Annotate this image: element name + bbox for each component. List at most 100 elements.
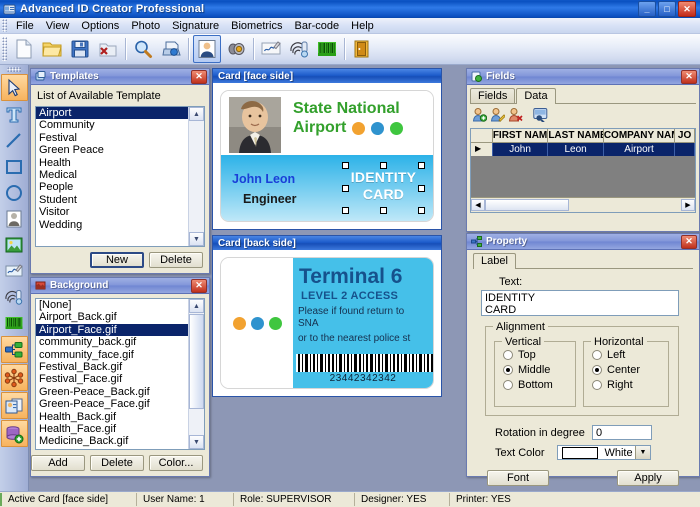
list-item[interactable]: Airport_Back.gif bbox=[36, 311, 189, 323]
camera-icon[interactable] bbox=[223, 36, 249, 62]
column-header-last-name[interactable]: LAST NAME bbox=[548, 129, 604, 143]
delete-background-button[interactable]: Delete bbox=[90, 455, 144, 471]
templates-close-icon[interactable]: ✕ bbox=[191, 70, 207, 84]
text-field-input[interactable]: IDENTITY CARD bbox=[481, 290, 679, 316]
barcode-tool[interactable] bbox=[2, 310, 27, 335]
list-item[interactable]: Visitor bbox=[36, 206, 189, 218]
background-close-icon[interactable]: ✕ bbox=[191, 279, 207, 293]
list-item[interactable]: People bbox=[36, 181, 189, 193]
property-panel-titlebar[interactable]: Property ✕ bbox=[467, 234, 699, 250]
tab-fields[interactable]: Fields bbox=[470, 88, 515, 103]
database-add-tool[interactable] bbox=[1, 420, 28, 447]
text-tool[interactable] bbox=[2, 102, 27, 127]
background-listbox[interactable]: [None] Airport_Back.gif Airport_Face.gif… bbox=[35, 298, 205, 450]
list-item[interactable]: Medicine_Face.gif bbox=[36, 448, 189, 449]
fingerprint-tool[interactable] bbox=[2, 284, 27, 309]
chevron-down-icon[interactable]: ▼ bbox=[635, 446, 650, 459]
add-background-button[interactable]: Add bbox=[31, 455, 85, 471]
cards-tool[interactable] bbox=[1, 392, 28, 419]
tab-label[interactable]: Label bbox=[473, 253, 516, 269]
fields-panel-titlebar[interactable]: Fields ✕ bbox=[467, 69, 699, 85]
scroll-right-icon[interactable]: ▶ bbox=[681, 199, 695, 211]
templates-scrollbar[interactable]: ▲ ▼ bbox=[188, 107, 204, 246]
list-item[interactable]: Festival_Face.gif bbox=[36, 373, 189, 385]
card-face-preview[interactable]: State National Airport John Leon En bbox=[220, 90, 434, 222]
scroll-down-icon[interactable]: ▼ bbox=[189, 435, 204, 449]
background-panel-titlebar[interactable]: Background ✕ bbox=[31, 278, 209, 294]
resize-handle-se[interactable] bbox=[418, 207, 425, 214]
card-back-titlebar[interactable]: Card [back side] bbox=[213, 236, 441, 250]
fingerprint-icon[interactable] bbox=[286, 36, 312, 62]
photo-thumbnail[interactable] bbox=[229, 97, 281, 153]
list-item[interactable]: community_back.gif bbox=[36, 336, 189, 348]
resize-handle-n[interactable] bbox=[380, 162, 387, 169]
menu-item-view[interactable]: View bbox=[40, 19, 76, 33]
list-item[interactable]: Health bbox=[36, 157, 189, 169]
tools-grip-handle[interactable] bbox=[7, 67, 21, 72]
delete-user-icon[interactable] bbox=[508, 107, 523, 125]
cell-last-name[interactable]: Leon bbox=[548, 143, 604, 156]
list-item[interactable]: Festival_Back.gif bbox=[36, 361, 189, 373]
search-icon[interactable] bbox=[130, 36, 156, 62]
list-item[interactable]: Student bbox=[36, 194, 189, 206]
menu-item-barcode[interactable]: Bar-code bbox=[289, 19, 346, 33]
menu-item-help[interactable]: Help bbox=[345, 19, 380, 33]
select-arrow-tool[interactable] bbox=[1, 74, 28, 101]
property-close-icon[interactable]: ✕ bbox=[681, 235, 697, 249]
cell-job[interactable] bbox=[675, 143, 695, 156]
column-header-first-name[interactable]: FIRST NAME bbox=[493, 129, 549, 143]
list-item[interactable]: Festival bbox=[36, 132, 189, 144]
list-item[interactable]: Medical bbox=[36, 169, 189, 181]
fields-close-icon[interactable]: ✕ bbox=[681, 70, 697, 84]
menu-grip-handle[interactable] bbox=[2, 19, 7, 32]
toolbar-grip-handle[interactable] bbox=[2, 37, 7, 61]
radio-horizontal-right[interactable]: Right bbox=[592, 379, 668, 391]
signature-icon[interactable] bbox=[258, 36, 284, 62]
scroll-left-icon[interactable]: ◀ bbox=[471, 199, 485, 211]
menu-item-biometrics[interactable]: Biometrics bbox=[225, 19, 288, 33]
fields-data-grid[interactable]: FIRST NAME LAST NAME COMPANY NAME JO ▶ J… bbox=[470, 128, 696, 213]
new-icon[interactable] bbox=[11, 36, 37, 62]
font-button[interactable]: Font bbox=[487, 470, 549, 486]
new-button[interactable]: New bbox=[90, 252, 144, 268]
barcode-icon[interactable] bbox=[314, 36, 340, 62]
list-item[interactable]: Community bbox=[36, 119, 189, 131]
photo-portrait-icon[interactable] bbox=[193, 35, 221, 63]
cell-first-name[interactable]: John bbox=[493, 143, 549, 156]
add-user-icon[interactable] bbox=[472, 107, 487, 125]
line-tool[interactable] bbox=[2, 128, 27, 153]
card-face-titlebar[interactable]: Card [face side] bbox=[213, 69, 441, 83]
resize-handle-s[interactable] bbox=[380, 207, 387, 214]
apply-button[interactable]: Apply bbox=[617, 470, 679, 486]
color-button[interactable]: Color... bbox=[149, 455, 203, 471]
resize-handle-sw[interactable] bbox=[342, 207, 349, 214]
text-color-combo[interactable]: White ▼ bbox=[557, 445, 651, 460]
background-scrollbar[interactable]: ▲ ▼ bbox=[188, 299, 204, 449]
card-back-preview[interactable]: Terminal 6 LEVEL 2 ACCESS Please if foun… bbox=[220, 257, 434, 389]
list-item[interactable]: Green Peace bbox=[36, 144, 189, 156]
templates-panel-titlebar[interactable]: Templates ✕ bbox=[31, 69, 209, 85]
resize-handle-ne[interactable] bbox=[418, 162, 425, 169]
radio-vertical-bottom[interactable]: Bottom bbox=[503, 379, 575, 391]
templates-listbox[interactable]: Airport Community Festival Green Peace H… bbox=[35, 106, 205, 247]
menu-item-photo[interactable]: Photo bbox=[125, 19, 166, 33]
exit-door-icon[interactable] bbox=[349, 36, 375, 62]
table-row[interactable]: ▶ John Leon Airport bbox=[471, 143, 695, 156]
menu-item-signature[interactable]: Signature bbox=[166, 19, 225, 33]
list-item[interactable]: community_face.gif bbox=[36, 349, 189, 361]
resize-handle-nw[interactable] bbox=[342, 162, 349, 169]
scroll-up-icon[interactable]: ▲ bbox=[189, 299, 204, 313]
radio-vertical-top[interactable]: Top bbox=[503, 349, 575, 361]
photo-tool[interactable] bbox=[2, 206, 27, 231]
rectangle-tool[interactable] bbox=[2, 154, 27, 179]
minimize-button[interactable]: _ bbox=[638, 1, 656, 17]
scroll-down-icon[interactable]: ▼ bbox=[189, 232, 204, 246]
link-tool[interactable] bbox=[1, 336, 28, 363]
column-header-company-name[interactable]: COMPANY NAME bbox=[604, 129, 675, 143]
radio-horizontal-center[interactable]: Center bbox=[592, 364, 668, 376]
scroll-thumb[interactable] bbox=[189, 314, 204, 409]
radio-vertical-middle[interactable]: Middle bbox=[503, 364, 575, 376]
list-item[interactable]: Wedding bbox=[36, 219, 189, 231]
print-icon[interactable] bbox=[158, 36, 184, 62]
list-item[interactable]: Airport bbox=[36, 107, 189, 119]
